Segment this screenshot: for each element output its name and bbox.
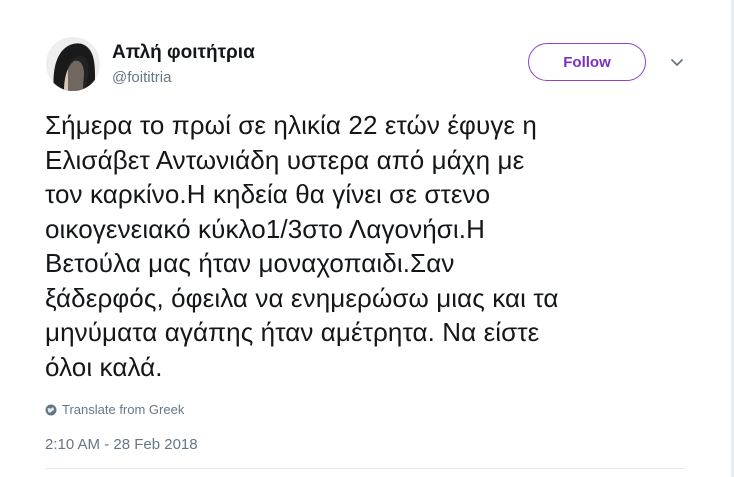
translate-label: Translate from Greek bbox=[62, 402, 185, 417]
display-name[interactable]: Απλή φοιτήτρια bbox=[112, 42, 255, 64]
avatar-image bbox=[46, 37, 100, 91]
follow-button[interactable]: Follow bbox=[528, 43, 646, 81]
tweet-text-line: ξάδερφός, όφειλα να ενημερώσω μιας και τ… bbox=[45, 282, 559, 313]
tweet-text-line: όλοι καλά. bbox=[45, 351, 163, 382]
divider bbox=[45, 468, 685, 469]
tweet-text-line: οικογενειακό κύκλο1/3στο Λαγονήσι.Η bbox=[45, 213, 486, 244]
tweet-text-line: τον καρκίνο.Η κηδεία θα γίνει σε στενο bbox=[45, 179, 491, 209]
translate-link[interactable]: Translate from Greek bbox=[45, 402, 184, 417]
username[interactable]: @foititria bbox=[112, 69, 171, 86]
globe-icon bbox=[45, 404, 57, 416]
avatar[interactable] bbox=[46, 37, 100, 91]
tweet-text-line: Σήμερα το πρωί σε ηλικία 22 ετών έφυγε η bbox=[45, 110, 537, 140]
tweet-text-line: Ελισάβετ Αντωνιάδη υστερα από μάχη με bbox=[45, 144, 525, 175]
tweet-text-line: Βετούλα μας ήταν μοναχοπαιδι.Σαν bbox=[45, 248, 455, 278]
timestamp[interactable]: 2:10 AM - 28 Feb 2018 bbox=[45, 436, 198, 453]
chevron-down-icon[interactable] bbox=[668, 56, 686, 70]
tweet-text: Σήμερα το πρωί σε ηλικία 22 ετών έφυγε η… bbox=[45, 108, 705, 384]
tweet-text-line: μηνύματα αγάπης ήταν αμέτρητα. Να είστε bbox=[45, 317, 540, 347]
tweet-card: Απλή φοιτήτρια @foititria Follow Σήμερα … bbox=[0, 0, 734, 477]
